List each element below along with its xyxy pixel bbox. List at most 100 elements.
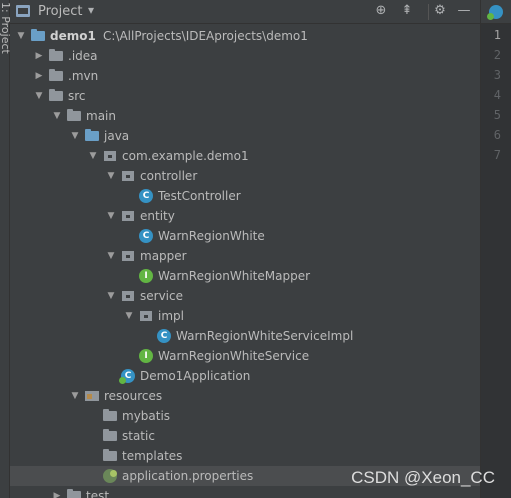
tree-node[interactable]: static — [10, 426, 480, 446]
tree-node[interactable]: templates — [10, 446, 480, 466]
folder-icon — [67, 489, 81, 498]
tree-node-label: main — [86, 109, 116, 123]
expand-arrow-icon[interactable]: ▼ — [105, 246, 117, 266]
tree-node[interactable]: ▼ java — [10, 126, 480, 146]
tree-node-label: resources — [104, 389, 163, 403]
tree-node[interactable]: ▼ impl — [10, 306, 480, 326]
hide-icon[interactable]: — — [455, 2, 473, 20]
expand-arrow-icon[interactable]: ▼ — [51, 106, 63, 126]
tree-node-label: src — [68, 89, 86, 103]
tree-node[interactable]: ▼ src — [10, 86, 480, 106]
tree-node[interactable]: ▼ entity — [10, 206, 480, 226]
tree-node-label: mapper — [140, 249, 187, 263]
collapse-all-icon[interactable]: ⇞ — [398, 2, 416, 20]
tree-node[interactable]: I WarnRegionWhiteMapper — [10, 266, 480, 286]
interface-icon: I — [139, 349, 153, 363]
tree-node[interactable]: C WarnRegionWhite — [10, 226, 480, 246]
watermark: CSDN @Xeon_CC — [351, 468, 495, 487]
tree-node-label: entity — [140, 209, 175, 223]
tree-node[interactable]: ▶ .mvn — [10, 66, 480, 86]
folder-icon — [67, 109, 81, 123]
line-number: 4 — [493, 88, 501, 102]
package-icon — [139, 309, 153, 323]
expand-arrow-icon[interactable]: ▼ — [105, 286, 117, 306]
toolbar-divider — [428, 4, 429, 20]
spring-app-class-icon: C — [119, 369, 135, 384]
tree-node[interactable]: C TestController — [10, 186, 480, 206]
collapse-arrow-icon[interactable]: ▶ — [51, 486, 63, 498]
tree-node-label: WarnRegionWhiteService — [158, 349, 310, 363]
expand-arrow-icon[interactable]: ▼ — [69, 126, 81, 146]
folder-icon — [49, 49, 63, 63]
folder-icon — [103, 409, 117, 423]
tree-node-label: static — [122, 429, 155, 443]
tree-node-label: com.example.demo1 — [122, 149, 249, 163]
tree-node-label: .mvn — [68, 69, 99, 83]
module-folder-icon — [31, 29, 45, 43]
tool-window-strip: 1: Project — [0, 0, 12, 498]
tree-node-label: application.properties — [122, 469, 254, 483]
project-path: C:\AllProjects\IDEAprojects\demo1 — [103, 29, 308, 43]
gear-icon[interactable]: ⚙ — [431, 2, 449, 20]
expand-arrow-icon[interactable]: ▼ — [69, 386, 81, 406]
class-icon: C — [157, 329, 171, 343]
tree-node[interactable]: ▼ demo1 C:\AllProjects\IDEAprojects\demo1 — [10, 26, 480, 46]
expand-arrow-icon[interactable]: ▼ — [105, 206, 117, 226]
interface-icon: I — [139, 269, 153, 283]
tree-node-label: test — [86, 489, 110, 498]
spring-properties-icon — [103, 469, 117, 483]
tree-node-label: controller — [140, 169, 198, 183]
line-number: 1 — [493, 28, 501, 42]
collapse-arrow-icon[interactable]: ▶ — [33, 66, 45, 86]
tree-node-label: templates — [122, 449, 183, 463]
tree-node-label: mybatis — [122, 409, 171, 423]
line-number: 2 — [493, 48, 501, 62]
tree-node[interactable]: ▼ mapper — [10, 246, 480, 266]
folder-icon — [103, 429, 117, 443]
package-icon — [121, 289, 135, 303]
tree-node[interactable]: I WarnRegionWhiteService — [10, 346, 480, 366]
line-number: 6 — [493, 128, 501, 142]
collapse-arrow-icon[interactable]: ▶ — [33, 46, 45, 66]
editor-area: 1 2 3 4 5 6 7 — [480, 0, 511, 498]
project-view-selector[interactable]: Project — [38, 4, 82, 19]
tree-node-label: Demo1Application — [140, 369, 251, 383]
tree-node[interactable]: C WarnRegionWhiteServiceImpl — [10, 326, 480, 346]
tree-node-label: demo1 — [50, 29, 96, 43]
tree-node[interactable]: C Demo1Application — [10, 366, 480, 386]
folder-icon — [49, 89, 63, 103]
class-icon: C — [139, 229, 153, 243]
project-tree: ▼ demo1 C:\AllProjects\IDEAprojects\demo1 ▶… — [10, 26, 480, 498]
locate-icon[interactable]: ⊕ — [372, 2, 390, 20]
editor-tab[interactable] — [481, 0, 511, 24]
chevron-down-icon[interactable]: ▾ — [88, 3, 94, 17]
tree-node-label: impl — [158, 309, 184, 323]
tree-node[interactable]: ▼ resources — [10, 386, 480, 406]
expand-arrow-icon[interactable]: ▼ — [105, 166, 117, 186]
spring-app-class-icon — [487, 5, 503, 20]
project-toolbar: Project ▾ ⊕ ⇞ ⚙ — — [10, 0, 480, 24]
line-number: 3 — [493, 68, 501, 82]
expand-arrow-icon[interactable]: ▼ — [123, 306, 135, 326]
tree-node[interactable]: ▼ main — [10, 106, 480, 126]
expand-arrow-icon[interactable]: ▼ — [33, 86, 45, 106]
tree-node-label: java — [104, 129, 130, 143]
tree-node[interactable]: ▶ .idea — [10, 46, 480, 66]
project-panel: Project ▾ ⊕ ⇞ ⚙ — ▼ demo1 C:\AllProjects\I… — [10, 0, 480, 498]
package-icon — [121, 209, 135, 223]
expand-arrow-icon[interactable]: ▼ — [87, 146, 99, 166]
expand-arrow-icon[interactable]: ▼ — [15, 26, 27, 46]
tree-node[interactable]: ▼ controller — [10, 166, 480, 186]
package-icon — [103, 149, 117, 163]
tree-node[interactable]: ▼ service — [10, 286, 480, 306]
source-folder-icon — [85, 129, 99, 143]
tree-node-label: WarnRegionWhiteMapper — [158, 269, 311, 283]
line-number: 5 — [493, 108, 501, 122]
tree-node-label: .idea — [68, 49, 98, 63]
tree-node[interactable]: mybatis — [10, 406, 480, 426]
package-icon — [121, 169, 135, 183]
tree-node[interactable]: ▼ com.example.demo1 — [10, 146, 480, 166]
line-number: 7 — [493, 148, 501, 162]
tree-node-label: TestController — [158, 189, 241, 203]
folder-icon — [103, 449, 117, 463]
